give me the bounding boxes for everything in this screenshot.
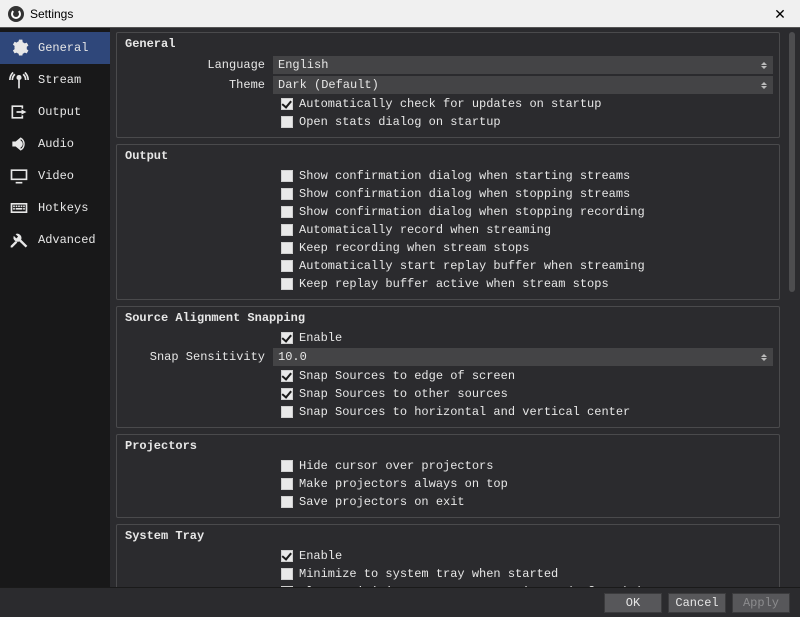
snap-center-checkbox[interactable] [281,406,293,418]
group-general: General Language English Theme Dark (Def… [116,32,780,138]
group-title: Projectors [123,437,773,457]
snap-sensitivity-value: 10.0 [278,350,307,364]
snap-other-checkbox[interactable] [281,388,293,400]
confirm-stop-record-checkbox[interactable] [281,206,293,218]
speaker-icon [8,133,30,155]
sidebar-item-audio[interactable]: Audio [0,128,110,160]
sidebar: General Stream Output Audio Video Hotkey… [0,28,110,587]
checkbox-label: Show confirmation dialog when starting s… [299,169,630,183]
confirm-start-stream-checkbox[interactable] [281,170,293,182]
group-systray: System Tray Enable Minimize to system tr… [116,524,780,587]
sidebar-item-label: Advanced [38,233,96,247]
output-icon [8,101,30,123]
checkbox-label: Enable [299,549,342,563]
stepper-updown-icon[interactable] [758,349,770,365]
keep-recording-checkbox[interactable] [281,242,293,254]
chevron-updown-icon [758,57,770,73]
language-value: English [278,58,328,72]
snap-enable-checkbox[interactable] [281,332,293,344]
tools-icon [8,229,30,251]
keyboard-icon [8,197,30,219]
scrollbar[interactable] [786,28,800,587]
keep-replay-checkbox[interactable] [281,278,293,290]
save-projector-checkbox[interactable] [281,496,293,508]
checkbox-label: Show confirmation dialog when stopping s… [299,187,630,201]
auto-record-checkbox[interactable] [281,224,293,236]
ok-button[interactable]: OK [604,593,662,613]
checkbox-label: Automatically start replay buffer when s… [299,259,645,273]
language-label: Language [123,58,273,72]
group-title: Output [123,147,773,167]
main-panel: General Language English Theme Dark (Def… [110,28,786,587]
sidebar-item-label: Stream [38,73,81,87]
open-stats-label: Open stats dialog on startup [299,115,501,129]
chevron-updown-icon [758,77,770,93]
app-icon [8,6,24,22]
checkbox-label: Snap Sources to other sources [299,387,508,401]
checkbox-label: Minimize to system tray when started [299,567,558,581]
checkbox-label: Snap Sources to edge of screen [299,369,515,383]
snap-edge-checkbox[interactable] [281,370,293,382]
tray-enable-checkbox[interactable] [281,550,293,562]
checkbox-label: Snap Sources to horizontal and vertical … [299,405,630,419]
tray-minimize-start-checkbox[interactable] [281,568,293,580]
auto-replay-checkbox[interactable] [281,260,293,272]
checkbox-label: Keep recording when stream stops [299,241,529,255]
sidebar-item-label: Output [38,105,81,119]
checkbox-label: Show confirmation dialog when stopping r… [299,205,645,219]
language-combo[interactable]: English [273,56,773,74]
group-title: Source Alignment Snapping [123,309,773,329]
apply-button[interactable]: Apply [732,593,790,613]
sidebar-item-stream[interactable]: Stream [0,64,110,96]
gear-icon [8,37,30,59]
antenna-icon [8,69,30,91]
group-output: Output Show confirmation dialog when sta… [116,144,780,300]
checkbox-label: Keep replay buffer active when stream st… [299,277,609,291]
close-button[interactable]: ✕ [760,0,800,28]
hide-cursor-checkbox[interactable] [281,460,293,472]
sidebar-item-hotkeys[interactable]: Hotkeys [0,192,110,224]
snap-sensitivity-input[interactable]: 10.0 [273,348,773,366]
checkbox-label: Save projectors on exit [299,495,465,509]
theme-combo[interactable]: Dark (Default) [273,76,773,94]
sidebar-item-video[interactable]: Video [0,160,110,192]
auto-update-checkbox[interactable] [281,98,293,110]
main-wrap: General Language English Theme Dark (Def… [110,28,800,587]
group-title: General [123,35,773,55]
checkbox-label: Enable [299,331,342,345]
sidebar-item-label: Video [38,169,74,183]
sidebar-item-label: Hotkeys [38,201,88,215]
titlebar: Settings ✕ [0,0,800,28]
group-projectors: Projectors Hide cursor over projectors M… [116,434,780,518]
sidebar-item-advanced[interactable]: Advanced [0,224,110,256]
footer: OK Cancel Apply [0,587,800,617]
cancel-button[interactable]: Cancel [668,593,726,613]
confirm-stop-stream-checkbox[interactable] [281,188,293,200]
auto-update-label: Automatically check for updates on start… [299,97,601,111]
projector-top-checkbox[interactable] [281,478,293,490]
window-title: Settings [30,7,760,21]
checkbox-label: Hide cursor over projectors [299,459,493,473]
theme-value: Dark (Default) [278,78,379,92]
snap-sensitivity-label: Snap Sensitivity [123,350,273,364]
sidebar-item-general[interactable]: General [0,32,110,64]
open-stats-checkbox[interactable] [281,116,293,128]
group-title: System Tray [123,527,773,547]
group-snapping: Source Alignment Snapping Enable Snap Se… [116,306,780,428]
scrollbar-thumb[interactable] [789,32,795,292]
sidebar-item-label: Audio [38,137,74,151]
checkbox-label: Make projectors always on top [299,477,508,491]
checkbox-label: Automatically record when streaming [299,223,551,237]
monitor-icon [8,165,30,187]
body: General Stream Output Audio Video Hotkey… [0,28,800,587]
sidebar-item-output[interactable]: Output [0,96,110,128]
sidebar-item-label: General [38,41,88,55]
theme-label: Theme [123,78,273,92]
settings-window: Settings ✕ General Stream Output Audio [0,0,800,617]
